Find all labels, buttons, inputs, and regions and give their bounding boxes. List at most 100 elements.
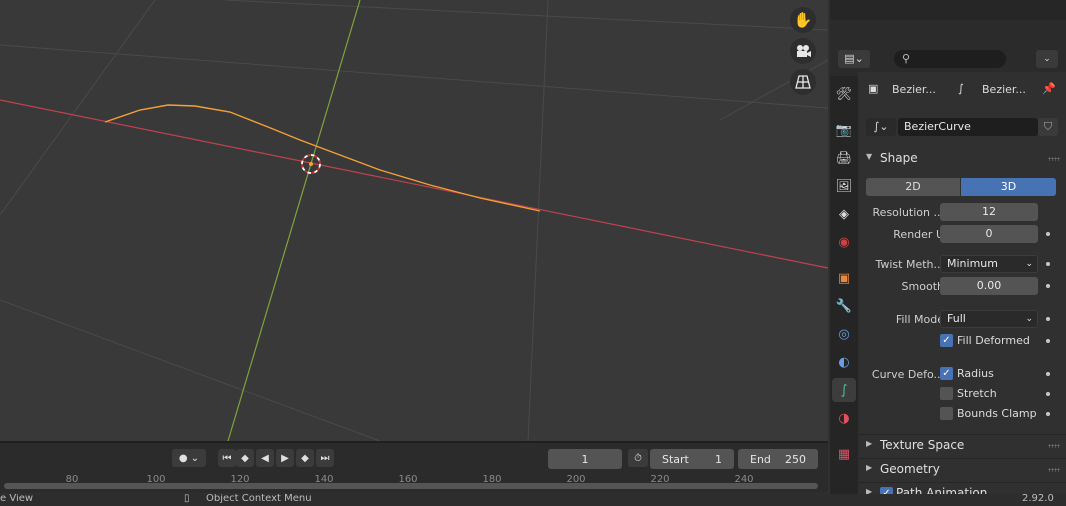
smooth-row: Smooth 0.00 bbox=[858, 277, 1066, 297]
keyframe-dot-icon[interactable] bbox=[1046, 392, 1050, 396]
keyframe-dot-icon[interactable] bbox=[1046, 262, 1050, 266]
output-tab-icon[interactable]: 🖨 bbox=[832, 146, 856, 170]
stretch-label: Stretch bbox=[957, 387, 997, 400]
bounds-clamp-row: Bounds Clamp bbox=[858, 405, 1066, 425]
properties-editor: ▤⌄ ⚲ ⌄ 🛠 📷 🖨 🖼 ◈ ◉ ▣ 🔧 ◎ ◐ ∫ ◑ ▦ ▣ Bezie… bbox=[830, 0, 1066, 494]
smooth-label: Smooth bbox=[901, 280, 944, 293]
options-dropdown[interactable]: ⌄ bbox=[1036, 50, 1058, 68]
keyframe-dot-icon[interactable] bbox=[1046, 412, 1050, 416]
3d-viewport[interactable]: ✋ bbox=[0, 0, 828, 441]
stopwatch-icon[interactable]: ⏱ bbox=[628, 449, 648, 467]
drag-handle-icon[interactable] bbox=[1048, 157, 1060, 161]
radius-checkbox[interactable]: ✓ bbox=[940, 367, 953, 380]
version-label: 2.92.0 bbox=[1022, 494, 1054, 504]
render-tab-icon[interactable]: 📷 bbox=[832, 118, 856, 142]
breadcrumb: ▣ Bezier... ∫ Bezier... 📌 bbox=[858, 76, 1066, 106]
end-value: 250 bbox=[785, 452, 806, 466]
geometry-panel-header[interactable]: ▶ Geometry bbox=[858, 458, 1066, 480]
collapsed-icon: ▶ bbox=[866, 439, 873, 448]
bezier-curve bbox=[104, 104, 541, 212]
geometry-title: Geometry bbox=[880, 462, 940, 476]
texture-space-panel-header[interactable]: ▶ Texture Space bbox=[858, 434, 1066, 456]
start-frame-field[interactable]: Start 1 bbox=[650, 449, 734, 469]
material-tab-icon[interactable]: ◑ bbox=[832, 406, 856, 430]
bounds-clamp-checkbox[interactable] bbox=[940, 407, 953, 420]
texture-space-title: Texture Space bbox=[880, 438, 965, 452]
radius-label: Radius bbox=[957, 367, 994, 380]
twist-method-label: Twist Meth... bbox=[875, 258, 944, 271]
status-bar: e View ▯ Object Context Menu 2.92.0 bbox=[0, 494, 1066, 506]
editor-type-button[interactable]: ▤⌄ bbox=[838, 50, 870, 68]
camera-icon[interactable] bbox=[790, 38, 816, 64]
object-tab-icon[interactable]: ▣ bbox=[832, 266, 856, 290]
fake-user-icon[interactable]: ⛉ bbox=[1038, 118, 1058, 136]
dimension-3d-button[interactable]: 3D bbox=[961, 178, 1056, 196]
breadcrumb-object: Bezier... bbox=[892, 83, 936, 96]
fill-deformed-checkbox[interactable]: ✓ bbox=[940, 334, 953, 347]
view-layer-tab-icon[interactable]: 🖼 bbox=[832, 174, 856, 198]
curve-data-tab-icon[interactable]: ∫ bbox=[832, 378, 856, 402]
object-icon: ▣ bbox=[868, 82, 879, 95]
chevron-down-icon: ⌄ bbox=[1025, 314, 1033, 324]
datablock-name-field[interactable]: BezierCurve bbox=[898, 118, 1038, 136]
tool-tab-icon[interactable]: 🛠 bbox=[832, 82, 856, 106]
smooth-field[interactable]: 0.00 bbox=[940, 277, 1038, 295]
texture-tab-icon[interactable]: ▦ bbox=[832, 442, 856, 466]
jump-start-icon[interactable]: ⏮ bbox=[218, 449, 236, 467]
keyframe-record-button[interactable]: ● ⌄ bbox=[172, 449, 206, 467]
modifier-tab-icon[interactable]: 🔧 bbox=[832, 294, 856, 318]
path-animation-checkbox[interactable]: ✓ bbox=[880, 487, 893, 494]
path-animation-panel-header[interactable]: ▶ ✓ Path Animation bbox=[858, 482, 1066, 494]
world-tab-icon[interactable]: ◉ bbox=[832, 230, 856, 254]
keyframe-dot-icon[interactable] bbox=[1046, 232, 1050, 236]
stretch-row: Stretch bbox=[858, 385, 1066, 405]
pin-icon[interactable]: 📌 bbox=[1042, 82, 1056, 95]
bounds-clamp-label: Bounds Clamp bbox=[957, 407, 1037, 420]
grid-icon[interactable] bbox=[790, 69, 816, 95]
start-value: 1 bbox=[715, 452, 722, 466]
end-frame-field[interactable]: End 250 bbox=[738, 449, 818, 469]
next-keyframe-icon[interactable]: ◆ bbox=[296, 449, 314, 467]
curve-deform-label: Curve Defo... bbox=[871, 368, 944, 381]
hand-icon[interactable]: ✋ bbox=[790, 7, 816, 33]
properties-toolbar: ▤⌄ ⚲ ⌄ bbox=[830, 46, 1066, 72]
drag-handle-icon[interactable] bbox=[1048, 468, 1060, 472]
timeline[interactable]: ● ⌄ ⏮ ◆ ◀ ▶ ◆ ⏭ 1 ⏱ Start 1 End 250 80 1… bbox=[0, 441, 828, 493]
physics-tab-icon[interactable]: ◐ bbox=[832, 350, 856, 374]
shape-panel-header[interactable]: ▼ Shape bbox=[858, 148, 1066, 170]
curve-icon: ∫ bbox=[958, 82, 964, 95]
y-axis-line bbox=[227, 0, 361, 441]
x-axis-line bbox=[0, 99, 828, 269]
keyframe-dot-icon[interactable] bbox=[1046, 372, 1050, 376]
current-frame-field[interactable]: 1 bbox=[548, 449, 622, 469]
prev-keyframe-icon[interactable]: ◆ bbox=[236, 449, 254, 467]
mouse-right-icon: ▯ bbox=[184, 494, 190, 504]
keyframe-dot-icon[interactable] bbox=[1046, 284, 1050, 288]
play-icon[interactable]: ▶ bbox=[276, 449, 294, 467]
stretch-checkbox[interactable] bbox=[940, 387, 953, 400]
twist-method-value: Minimum bbox=[947, 257, 998, 270]
twist-method-select[interactable]: Minimum ⌄ bbox=[940, 255, 1038, 273]
fill-mode-label: Fill Mode bbox=[895, 313, 944, 326]
play-reverse-icon[interactable]: ◀ bbox=[256, 449, 274, 467]
shape-panel-title: Shape bbox=[880, 151, 918, 165]
search-input[interactable]: ⚲ bbox=[894, 50, 1006, 68]
fill-mode-select[interactable]: Full ⌄ bbox=[940, 310, 1038, 328]
jump-end-icon[interactable]: ⏭ bbox=[316, 449, 334, 467]
resolution-field[interactable]: 12 bbox=[940, 203, 1038, 221]
outliner-bottom-strip bbox=[830, 0, 1066, 20]
dimension-2d-button[interactable]: 2D bbox=[866, 178, 960, 196]
radius-row: Curve Defo... ✓ Radius bbox=[858, 365, 1066, 385]
properties-content: ▣ Bezier... ∫ Bezier... 📌 ∫⌄ BezierCurve… bbox=[858, 72, 1066, 494]
render-u-row: Render U 0 bbox=[858, 225, 1066, 245]
render-u-field[interactable]: 0 bbox=[940, 225, 1038, 243]
status-left-text: e View bbox=[0, 494, 34, 504]
keyframe-dot-icon[interactable] bbox=[1046, 317, 1050, 321]
drag-handle-icon[interactable] bbox=[1048, 444, 1060, 448]
datablock-browse-button[interactable]: ∫⌄ bbox=[866, 118, 896, 136]
timeline-scrollbar[interactable] bbox=[4, 483, 818, 489]
particles-tab-icon[interactable]: ◎ bbox=[832, 322, 856, 346]
keyframe-dot-icon[interactable] bbox=[1046, 339, 1050, 343]
current-frame-value: 1 bbox=[581, 452, 589, 466]
scene-tab-icon[interactable]: ◈ bbox=[832, 202, 856, 226]
